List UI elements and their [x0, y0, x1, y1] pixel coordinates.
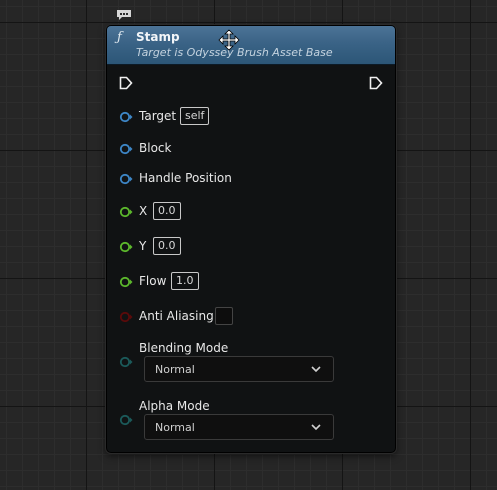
- move-cursor-icon: [218, 29, 240, 51]
- target-value-field[interactable]: self: [180, 107, 210, 125]
- chevron-down-icon: [311, 424, 321, 431]
- alpha-mode-label: Alpha Mode: [139, 399, 210, 413]
- stamp-function-node[interactable]: ƒ Stamp Target is Odyssey Brush Asset Ba…: [106, 25, 396, 453]
- handle-position-label: Handle Position: [139, 171, 232, 185]
- function-icon: ƒ: [117, 30, 122, 45]
- flow-value-field[interactable]: 1.0: [171, 272, 199, 290]
- node-title: Stamp: [136, 30, 180, 44]
- exec-input-pin-icon[interactable]: [119, 76, 133, 90]
- float-pin-icon[interactable]: [119, 206, 133, 218]
- chevron-down-icon: [311, 366, 321, 373]
- anti-aliasing-label: Anti Aliasing: [139, 309, 214, 323]
- blending-mode-value: Normal: [155, 363, 195, 376]
- float-pin-icon[interactable]: [119, 241, 133, 253]
- node-header[interactable]: ƒ Stamp Target is Odyssey Brush Asset Ba…: [107, 26, 395, 65]
- anti-aliasing-checkbox[interactable]: [215, 307, 233, 325]
- enum-pin-icon[interactable]: [119, 414, 133, 426]
- x-value-field[interactable]: 0.0: [153, 202, 181, 220]
- float-pin-icon[interactable]: [119, 276, 133, 288]
- target-label: Target: [139, 109, 177, 123]
- y-label: Y: [139, 239, 147, 253]
- alpha-mode-dropdown[interactable]: Normal: [144, 414, 334, 440]
- block-label: Block: [139, 141, 172, 155]
- blending-mode-label: Blending Mode: [139, 341, 229, 355]
- struct-pin-icon[interactable]: [119, 143, 133, 155]
- enum-pin-icon[interactable]: [119, 356, 133, 368]
- alpha-mode-value: Normal: [155, 421, 195, 434]
- comment-bubble-icon[interactable]: [116, 9, 132, 21]
- struct-pin-icon[interactable]: [119, 173, 133, 185]
- y-value-field[interactable]: 0.0: [153, 237, 181, 255]
- bool-pin-icon[interactable]: [119, 311, 133, 323]
- exec-output-pin-icon[interactable]: [369, 76, 383, 90]
- x-label: X: [139, 204, 148, 218]
- flow-label: Flow: [139, 274, 167, 288]
- blending-mode-dropdown[interactable]: Normal: [144, 356, 334, 382]
- object-pin-icon[interactable]: [119, 111, 133, 123]
